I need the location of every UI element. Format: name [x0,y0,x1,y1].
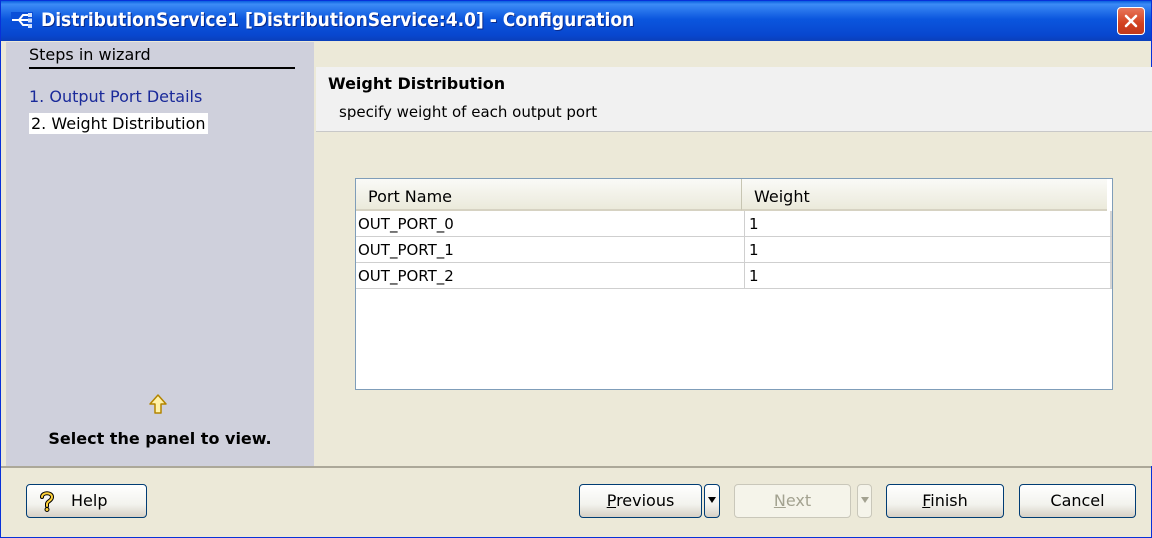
weight-cell[interactable]: 1 [745,211,1112,236]
column-header-port-name[interactable]: Port Name [356,179,742,211]
configuration-dialog: DistributionService1 [DistributionServic… [0,0,1152,538]
footer-divider [1,466,1151,468]
steps-heading: Steps in wizard [29,45,151,64]
column-header-weight[interactable]: Weight [742,179,1107,211]
next-button[interactable]: Next [734,484,851,518]
weight-cell[interactable]: 1 [745,237,1112,262]
window-title: DistributionService1 [DistributionServic… [41,9,635,31]
step-output-port-details[interactable]: 1. Output Port Details [29,87,202,106]
next-label: ext [785,491,812,510]
next-dropdown-button[interactable] [857,484,872,518]
finish-label: inish [930,491,968,510]
weight-table: Port Name Weight OUT_PORT_0 1 OUT_PORT_1… [355,178,1113,390]
close-button[interactable] [1117,7,1145,35]
help-label: Help [71,491,108,510]
help-icon [40,491,55,512]
arrow-up-icon [149,394,167,414]
weight-cell[interactable]: 1 [745,263,1112,288]
next-mnemonic: N [773,491,786,510]
help-button[interactable]: Help [26,484,147,518]
steps-divider [29,67,295,69]
table-row[interactable]: OUT_PORT_2 1 [356,263,1112,289]
previous-label: revious [616,491,675,510]
previous-mnemonic: P [606,491,617,510]
cancel-button[interactable]: Cancel [1019,484,1136,518]
chevron-down-icon [708,497,716,503]
select-panel-hint: Select the panel to view. [48,429,272,448]
panel-title: Weight Distribution [328,74,506,93]
port-name-cell[interactable]: OUT_PORT_0 [356,211,745,236]
port-name-cell[interactable]: OUT_PORT_2 [356,263,745,288]
previous-dropdown-button[interactable] [704,484,720,518]
step-weight-distribution[interactable]: 2. Weight Distribution [29,113,208,134]
close-icon [1124,14,1138,28]
panel-subtitle: specify weight of each output port [339,103,598,121]
title-bar[interactable]: DistributionService1 [DistributionServic… [1,1,1151,41]
table-row[interactable]: OUT_PORT_0 1 [356,211,1112,237]
distribution-icon [11,12,33,29]
table-row[interactable]: OUT_PORT_1 1 [356,237,1112,263]
port-name-cell[interactable]: OUT_PORT_1 [356,237,745,262]
chevron-down-icon [861,497,869,503]
previous-button[interactable]: Previous [579,484,702,518]
finish-button[interactable]: Finish [886,484,1004,518]
